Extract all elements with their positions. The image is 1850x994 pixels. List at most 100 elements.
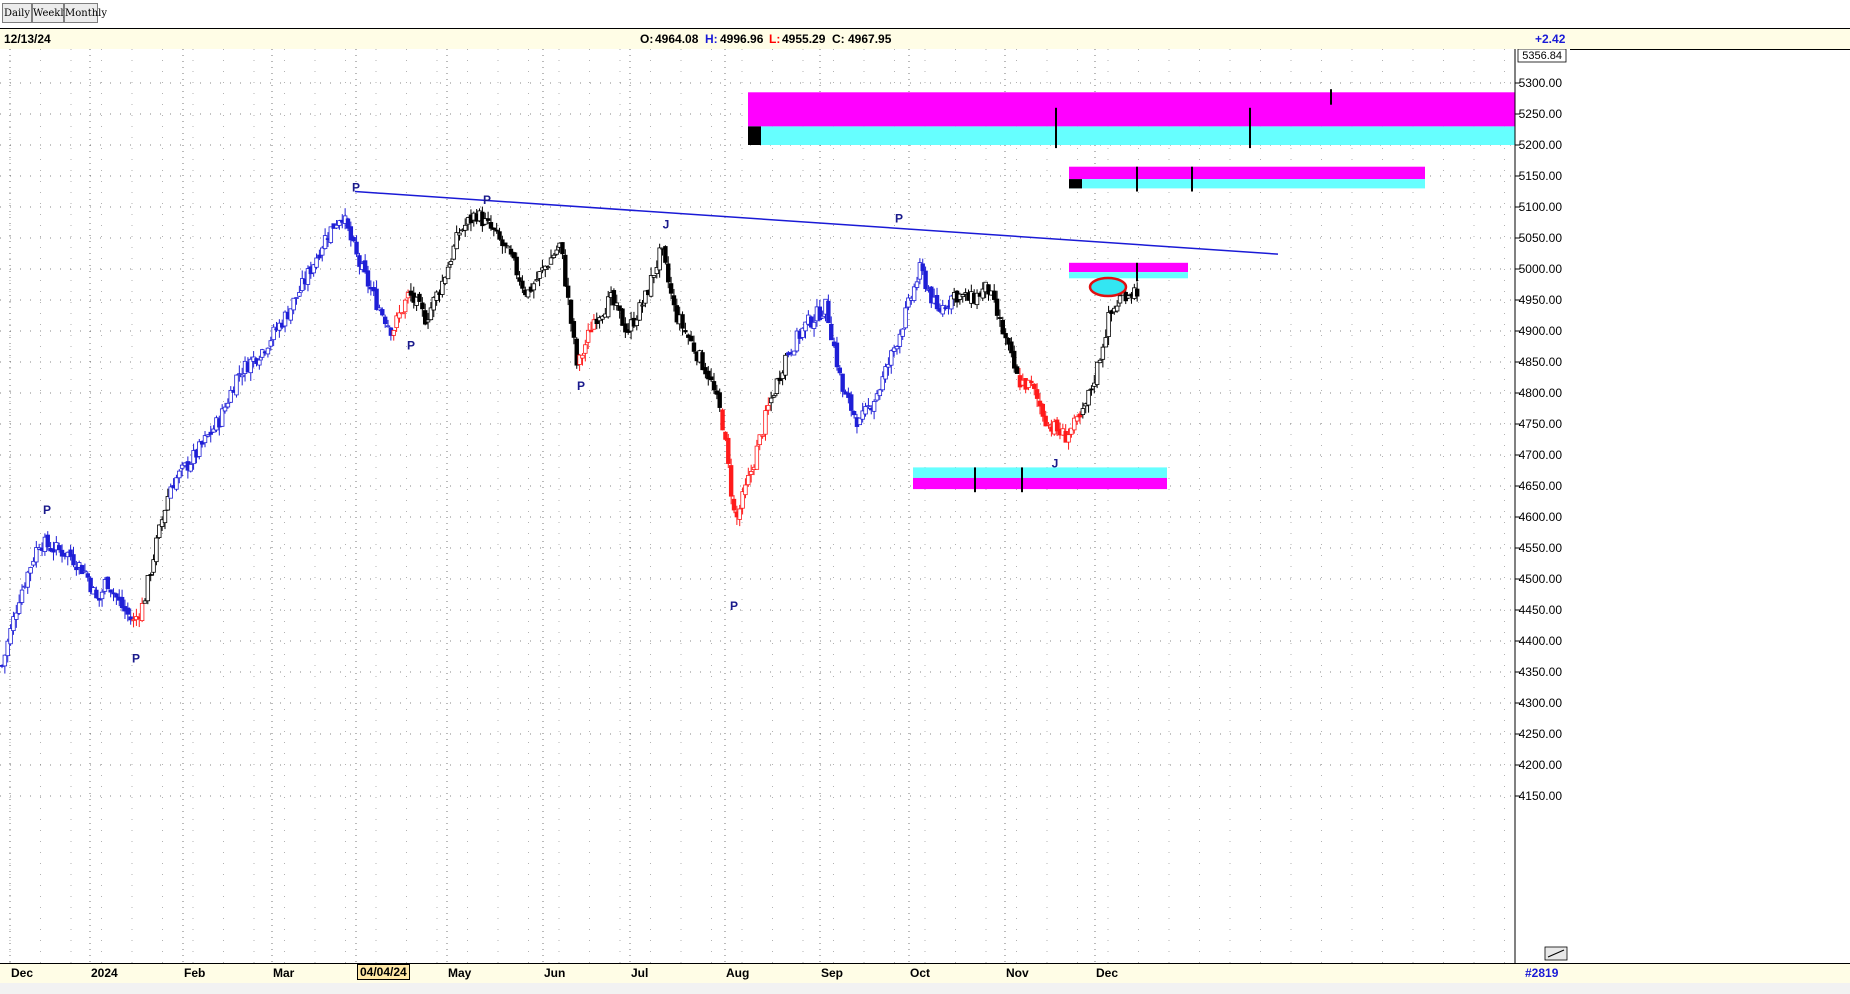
high-label: H: — [705, 32, 718, 46]
candle-body — [365, 270, 371, 287]
candle-body — [837, 367, 843, 374]
candle-body — [571, 321, 577, 338]
candle-body — [168, 486, 173, 499]
candle-body — [385, 325, 391, 328]
candle-body — [380, 309, 385, 316]
candle-body — [382, 316, 388, 325]
pivot-label: P — [483, 193, 491, 207]
candle-body — [791, 350, 797, 356]
candle-body — [1029, 380, 1034, 384]
candle-body — [25, 571, 30, 588]
candle-body — [294, 297, 299, 299]
date-axis-label: Aug — [726, 966, 750, 980]
candle-body — [1000, 319, 1005, 335]
price-chart[interactable]: P P P P P P J P P J 4150.00 4200.00 4250.00 4300.00 4… — [0, 49, 1850, 963]
candle-body — [328, 226, 334, 243]
candle-body — [771, 395, 777, 398]
candle-body — [911, 286, 917, 301]
zone-lower-band — [1069, 179, 1425, 189]
candle-body — [548, 257, 554, 265]
candle-body — [391, 330, 396, 336]
candle-body — [205, 434, 211, 437]
candle-body — [826, 300, 831, 324]
candle-body — [265, 347, 271, 355]
pivot-label: P — [577, 379, 585, 393]
candle-body — [420, 302, 425, 310]
candle-body — [726, 437, 731, 464]
candle-body — [322, 235, 328, 250]
candle-body — [708, 376, 714, 381]
candle-body — [1100, 346, 1106, 360]
candle-body — [583, 344, 588, 354]
monthly-button[interactable]: Monthly — [64, 3, 107, 23]
candle-body — [774, 378, 780, 394]
status-footer — [0, 983, 1850, 994]
candle-body — [1097, 359, 1103, 364]
candle-body — [362, 260, 368, 273]
y-tick-label: 4700.00 — [1519, 448, 1563, 462]
candle-body — [237, 373, 242, 376]
candle-body — [488, 222, 494, 229]
candle-body — [351, 237, 356, 242]
y-tick-label: 4750.00 — [1519, 417, 1563, 431]
candle-body — [851, 411, 857, 416]
bar-count: #2819 — [1525, 966, 1559, 980]
candle-body — [746, 475, 751, 486]
candle-body — [1134, 288, 1140, 297]
candle-body — [505, 245, 511, 249]
candle-body — [754, 445, 760, 470]
candle-body — [1080, 408, 1086, 416]
candle-body — [766, 404, 771, 411]
date-axis-label: Oct — [910, 966, 931, 980]
candle-body — [545, 266, 551, 269]
y-tick-label: 4600.00 — [1519, 510, 1563, 524]
candle-body — [1014, 366, 1020, 374]
y-tick-label: 5100.00 — [1519, 200, 1563, 214]
daily-button[interactable]: Daily — [2, 3, 32, 23]
y-tick-label: 5150.00 — [1519, 169, 1563, 183]
candle-body — [580, 354, 585, 359]
zone-marker — [748, 126, 761, 145]
candle-body — [829, 323, 834, 341]
top-value: 5356.84 — [1522, 50, 1562, 62]
candle-body — [162, 509, 168, 524]
y-tick-label: 4900.00 — [1519, 324, 1563, 338]
candle-body — [208, 431, 213, 435]
open-value: 4964.08 — [655, 32, 699, 46]
candle-body — [1032, 383, 1037, 389]
candle-body — [174, 477, 179, 490]
candle-body — [783, 354, 788, 376]
candle-body — [374, 288, 379, 310]
candle-body — [1106, 312, 1111, 337]
candle-body — [354, 241, 359, 255]
weekly-button[interactable]: Weekly — [32, 3, 69, 23]
candle-body — [834, 342, 840, 368]
date-axis-label: 04/04/24 — [357, 964, 410, 980]
candle-body — [537, 271, 542, 279]
zone-lower-band — [913, 477, 1167, 490]
zone-lower-band — [1069, 272, 1188, 279]
candle-body — [811, 321, 817, 329]
y-tick-label: 4300.00 — [1519, 696, 1563, 710]
candle-body — [485, 218, 491, 221]
highlight-ellipse — [1088, 276, 1128, 298]
pivot-label: P — [352, 181, 360, 195]
candle-body — [154, 537, 159, 563]
candle-body — [748, 471, 754, 475]
candle-body — [1103, 337, 1108, 348]
candle-body — [108, 589, 113, 593]
candle-body — [849, 394, 854, 411]
candle-body — [1117, 295, 1123, 304]
candle-body — [1094, 361, 1100, 385]
candle-body — [1086, 389, 1091, 406]
y-tick-label: 4650.00 — [1519, 479, 1563, 493]
date-axis-label: Dec — [1096, 966, 1119, 980]
candle-body — [914, 281, 920, 288]
candle-body — [297, 292, 302, 297]
price-info-bar: 12/13/24 O: 4964.08 H: 4996.96 L: 4955.2… — [0, 28, 1850, 50]
candle-body — [903, 307, 908, 329]
candle-body — [45, 534, 50, 548]
candle-body — [291, 297, 296, 311]
candle-body — [16, 602, 22, 614]
candle-body — [763, 410, 768, 435]
